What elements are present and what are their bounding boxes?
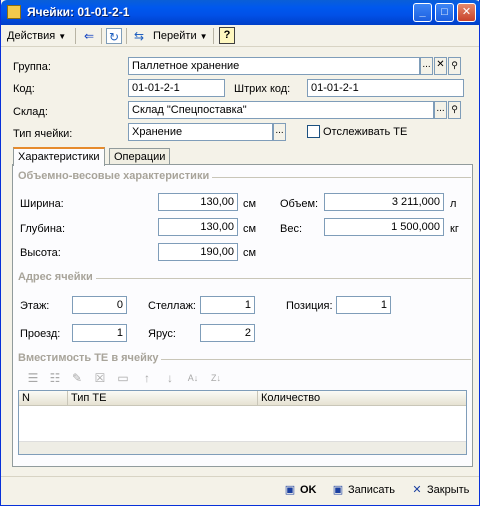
track-te-label: Отслеживать ТЕ <box>323 126 408 138</box>
warehouse-field[interactable]: Склад "Спецпоставка" <box>128 101 434 119</box>
back-arrow-icon[interactable]: ⇐ <box>81 28 97 44</box>
volume-field[interactable]: 3 211,000 <box>324 193 444 211</box>
save-button[interactable]: ▣ Записать <box>331 481 395 501</box>
actions-menu[interactable]: Действия ▼ <box>7 27 66 45</box>
floor-label: Этаж: <box>20 300 50 312</box>
volume-weight-group-title: Объемно-весовые характеристики <box>18 170 213 182</box>
width-label: Ширина: <box>20 198 64 210</box>
height-unit: см <box>243 247 257 259</box>
aisle-field[interactable]: 1 <box>72 324 127 342</box>
ok-button-label: OK <box>300 484 317 496</box>
actions-menu-label: Действия <box>7 30 56 42</box>
chevron-down-icon: ▼ <box>199 32 208 41</box>
chevron-down-icon: ▼ <box>58 32 67 41</box>
depth-field[interactable]: 130,00 <box>158 218 238 236</box>
group-field[interactable]: Паллетное хранение <box>128 57 420 75</box>
bottom-separator <box>1 476 479 477</box>
minimize-button[interactable]: _ <box>413 3 432 22</box>
search-icon[interactable]: ⚲ <box>448 57 461 75</box>
column-header-te-type[interactable]: Тип ТЕ <box>68 391 258 406</box>
ok-button[interactable]: ▣ OK <box>283 481 317 501</box>
maximize-button[interactable]: □ <box>435 3 454 22</box>
structure-icon[interactable]: ⇆ <box>131 28 147 44</box>
toolbar: Действия ▼ ⇐ ↻ ⇆ Перейти ▼ <box>1 25 479 47</box>
save-icon: ▣ <box>332 484 344 496</box>
horizontal-scrollbar[interactable] <box>19 441 466 454</box>
close-window-button[interactable]: ✕ <box>457 3 476 22</box>
barcode-field[interactable]: 01-01-2-1 <box>307 79 464 97</box>
ok-save-icon: ▣ <box>284 484 296 496</box>
code-field[interactable]: 01-01-2-1 <box>128 79 225 97</box>
column-header-n[interactable]: N <box>19 391 68 406</box>
toolbar-separator <box>101 28 102 44</box>
save-button-label: Записать <box>348 484 396 496</box>
cell-type-label: Тип ячейки: <box>13 128 73 140</box>
code-label: Код: <box>13 83 35 95</box>
title-bar[interactable]: Ячейки: 01-01-2-1 _ □ ✕ <box>1 0 480 25</box>
width-field[interactable]: 130,00 <box>158 193 238 211</box>
floor-field[interactable]: 0 <box>72 296 127 314</box>
depth-unit: см <box>243 223 257 235</box>
rack-label: Стеллаж: <box>148 300 196 312</box>
position-field[interactable]: 1 <box>336 296 391 314</box>
position-label: Позиция: <box>286 300 333 312</box>
refresh-icon[interactable]: ↻ <box>106 28 122 44</box>
app-icon <box>7 5 21 19</box>
tier-label: Ярус: <box>148 328 176 340</box>
goto-menu[interactable]: Перейти ▼ <box>153 27 208 45</box>
width-unit: см <box>243 198 257 210</box>
window-title: Ячейки: 01-01-2-1 <box>27 5 130 19</box>
cell-type-field[interactable]: Хранение <box>128 123 273 141</box>
sort-asc-icon[interactable]: A↓ <box>185 371 201 385</box>
depth-label: Глубина: <box>20 223 66 235</box>
add-row-icon[interactable]: ☰ <box>25 371 41 385</box>
help-icon[interactable]: ? <box>219 27 235 44</box>
close-button-label: Закрыть <box>427 484 470 496</box>
move-down-icon[interactable]: ↓ <box>162 371 178 385</box>
cell-type-select-button[interactable]: ... <box>273 123 286 141</box>
close-icon: ✕ <box>412 484 422 496</box>
edit-row-icon[interactable]: ✎ <box>69 371 85 385</box>
warehouse-label: Склад: <box>13 106 48 118</box>
capacity-table: N Тип ТЕ Количество <box>18 390 467 455</box>
capacity-group-title: Вместимость ТЕ в ячейку <box>18 352 162 364</box>
search-icon[interactable]: ⚲ <box>448 101 461 119</box>
volume-unit: л <box>450 198 457 210</box>
clear-icon[interactable]: ✕ <box>434 57 447 75</box>
move-up-icon[interactable]: ↑ <box>139 371 155 385</box>
barcode-label: Штрих код: <box>234 83 291 95</box>
height-field[interactable]: 190,00 <box>158 243 238 261</box>
tier-field[interactable]: 2 <box>200 324 255 342</box>
group-select-button[interactable]: ... <box>420 57 433 75</box>
address-group-title: Адрес ячейки <box>18 271 96 283</box>
weight-label: Вес: <box>280 223 303 235</box>
close-button[interactable]: ✕ Закрыть <box>410 481 469 501</box>
rack-field[interactable]: 1 <box>200 296 255 314</box>
aisle-label: Проезд: <box>20 328 61 340</box>
toolbar-separator <box>126 28 127 44</box>
warehouse-select-button[interactable]: ... <box>434 101 447 119</box>
weight-unit: кг <box>450 223 459 235</box>
height-label: Высота: <box>20 247 61 259</box>
copy-row-icon[interactable]: ☷ <box>47 371 63 385</box>
end-edit-icon[interactable]: ▭ <box>115 371 131 385</box>
tab-characteristics[interactable]: Характеристики <box>13 147 105 166</box>
track-te-checkbox[interactable] <box>307 125 320 138</box>
cell-form-window: Ячейки: 01-01-2-1 _ □ ✕ Действия ▼ ⇐ ↻ ⇆… <box>0 0 480 506</box>
toolbar-separator <box>75 28 76 44</box>
column-header-quantity[interactable]: Количество <box>258 391 466 406</box>
delete-row-icon[interactable]: ☒ <box>92 371 108 385</box>
goto-menu-label: Перейти <box>153 30 197 42</box>
weight-field[interactable]: 1 500,000 <box>324 218 444 236</box>
volume-label: Объем: <box>280 198 319 210</box>
toolbar-separator <box>213 28 214 44</box>
sort-desc-icon[interactable]: Z↓ <box>208 371 224 385</box>
group-label: Группа: <box>13 61 51 73</box>
